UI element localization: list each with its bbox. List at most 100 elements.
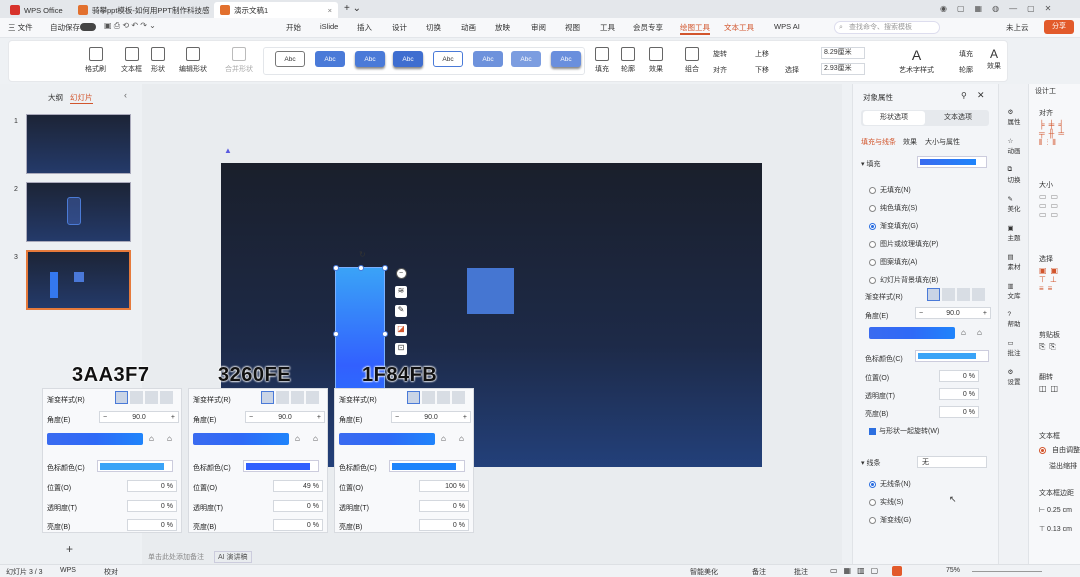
line-dropdown[interactable]: 无 <box>917 456 987 468</box>
fill-color-dropdown[interactable] <box>917 156 987 168</box>
fill-button[interactable]: 填充 <box>595 47 609 74</box>
sidebar-item-beautify[interactable]: ✎ 美化 <box>1008 195 1021 213</box>
add-stop-icon[interactable]: ⌂ <box>295 434 300 443</box>
search-input[interactable]: ⌕ 查找命令、搜索模板 <box>834 21 940 34</box>
new-tab-icon[interactable]: + ⌄ <box>344 3 361 14</box>
menu-item[interactable]: 动画 <box>461 22 476 33</box>
share-button[interactable]: 分享 <box>1044 20 1074 34</box>
rotate-button[interactable]: 旋转 <box>713 49 727 59</box>
gradient-style-option[interactable] <box>437 391 450 404</box>
angle-input[interactable]: −90.0 + <box>99 411 179 423</box>
rotate-with-shape-checkbox[interactable]: 与形状一起旋转(W) <box>869 426 939 436</box>
layout-icon[interactable]: ▢ <box>957 4 965 13</box>
add-slide-button[interactable]: + <box>66 542 73 556</box>
gradient-bar[interactable] <box>869 327 955 339</box>
art-style-button[interactable]: A 艺术字样式 <box>899 47 934 75</box>
rotate-handle-icon[interactable]: ↻ <box>359 250 366 259</box>
resize-handle[interactable] <box>382 331 388 337</box>
sidebar-item-assets[interactable]: ▤ 素材 <box>1008 253 1021 271</box>
wps-status[interactable]: WPS <box>60 567 76 574</box>
size-icons[interactable]: ▭▭ ▭▭ ▭▭ <box>1039 192 1062 219</box>
close-tab-icon[interactable]: × <box>328 6 332 15</box>
remove-stop-icon[interactable]: ⌂ <box>459 434 464 443</box>
notes-placeholder[interactable]: 单击此处添加备注 <box>148 552 204 562</box>
subtab-effect[interactable]: 效果 <box>903 137 917 147</box>
outline-button[interactable]: 轮廓 <box>621 47 635 74</box>
stop-color-picker[interactable] <box>97 460 173 472</box>
style-swatch[interactable]: Abc <box>433 51 463 67</box>
radio[interactable] <box>869 186 876 194</box>
sidebar-item-transition[interactable]: ⧉ 切换 <box>1008 166 1021 184</box>
proofing-button[interactable]: 校对 <box>104 567 118 577</box>
stop-color-picker[interactable] <box>915 350 989 362</box>
margin-left-value[interactable]: ⊢ 0.25 cm <box>1039 506 1072 514</box>
align-button[interactable]: 对齐 <box>713 65 727 75</box>
gradient-style-option[interactable] <box>972 288 985 301</box>
send-backward-button[interactable]: 下移 <box>755 65 769 75</box>
slide-thumbnail-2[interactable] <box>26 182 131 242</box>
gradient-style-option[interactable] <box>115 391 128 404</box>
ai-notes-button[interactable]: AI 演讲稿 <box>214 551 252 563</box>
tab-shape-options[interactable]: 形状选项 <box>863 111 925 125</box>
gradient-style-option[interactable] <box>130 391 143 404</box>
brightness-input[interactable]: 0 % <box>273 519 323 531</box>
overflow-option[interactable]: 溢出缩排 <box>1049 461 1077 471</box>
comments-button[interactable]: 批注 <box>794 567 808 577</box>
crop-icon[interactable]: ⊡ <box>395 343 407 355</box>
gradient-bar[interactable] <box>47 433 143 445</box>
slide-thumbnail-3[interactable] <box>26 250 131 310</box>
effect-button[interactable]: 效果 <box>649 47 663 74</box>
gradient-style-option[interactable] <box>957 288 970 301</box>
format-painter-button[interactable]: 格式刷 <box>85 47 106 74</box>
subtab-fill-line[interactable]: 填充与线条 <box>861 137 896 147</box>
menu-item[interactable]: 放映 <box>495 22 510 33</box>
sidebar-item-help[interactable]: ? 帮助 <box>1008 311 1021 328</box>
sidebar-item-properties[interactable]: ⚙ 属性 <box>1008 108 1021 126</box>
layers-icon[interactable]: ≋ <box>395 286 407 298</box>
sidebar-item-library[interactable]: ▥ 文库 <box>1008 282 1021 300</box>
menu-item[interactable]: 视图 <box>565 22 580 33</box>
ai-logo-icon[interactable]: ▲ <box>224 146 232 155</box>
slide-thumbnail-1[interactable] <box>26 114 131 174</box>
gradient-style-option[interactable] <box>306 391 319 404</box>
flip-icons[interactable]: ◫◫ <box>1039 384 1062 393</box>
remove-stop-icon[interactable]: ⌂ <box>313 434 318 443</box>
gradient-style-option[interactable] <box>927 288 940 301</box>
beautify-button[interactable]: 智能美化 <box>690 567 718 577</box>
autosave-toggle[interactable] <box>80 23 96 31</box>
transparency-input[interactable]: 0 % <box>419 500 469 512</box>
resize-handle[interactable] <box>333 331 339 337</box>
tab-wps-office[interactable]: WPS Office <box>4 2 66 18</box>
radio[interactable] <box>869 498 876 506</box>
menu-item[interactable]: 切换 <box>426 22 441 33</box>
style-swatch[interactable]: Abc <box>511 51 541 67</box>
gradient-style-option[interactable] <box>942 288 955 301</box>
position-input[interactable]: 49 % <box>273 480 323 492</box>
sidebar-item-settings[interactable]: ⚙ 设置 <box>1008 368 1021 386</box>
angle-input[interactable]: −90.0 + <box>245 411 325 423</box>
pen-icon[interactable]: ✎ <box>395 305 407 317</box>
shape-button[interactable]: 形状 <box>151 47 165 74</box>
gradient-style-option[interactable] <box>261 391 274 404</box>
play-button-icon[interactable] <box>892 566 902 576</box>
transparency-input[interactable]: 0 % <box>127 500 177 512</box>
width-input[interactable]: 2.93厘米 <box>821 63 865 75</box>
style-swatch[interactable]: Abc <box>315 51 345 67</box>
select-button[interactable]: 选择 <box>785 65 799 75</box>
gradient-style-option[interactable] <box>407 391 420 404</box>
position-input[interactable]: 100 % <box>419 480 469 492</box>
radio[interactable] <box>869 276 876 284</box>
fill-option-picture[interactable]: 图片或纹理填充(P) <box>869 236 938 254</box>
menu-item[interactable]: 开始 <box>286 22 301 33</box>
remove-stop-icon[interactable]: ⌂ <box>167 434 172 443</box>
square-shape[interactable] <box>467 268 514 314</box>
gradient-style-option[interactable] <box>291 391 304 404</box>
brightness-input[interactable]: 0 % <box>939 406 979 418</box>
gradient-style-option[interactable] <box>145 391 158 404</box>
menu-item-drawing-tools[interactable]: 绘图工具 <box>680 22 710 35</box>
autofit-radio[interactable]: 自由调整 <box>1039 445 1080 455</box>
text-fill-button[interactable]: 填充 <box>959 49 973 59</box>
menu-item[interactable]: 会员专享 <box>633 22 663 33</box>
remove-stop-icon[interactable]: ⌂ <box>977 328 982 337</box>
angle-input[interactable]: −90.0 + <box>915 307 991 319</box>
